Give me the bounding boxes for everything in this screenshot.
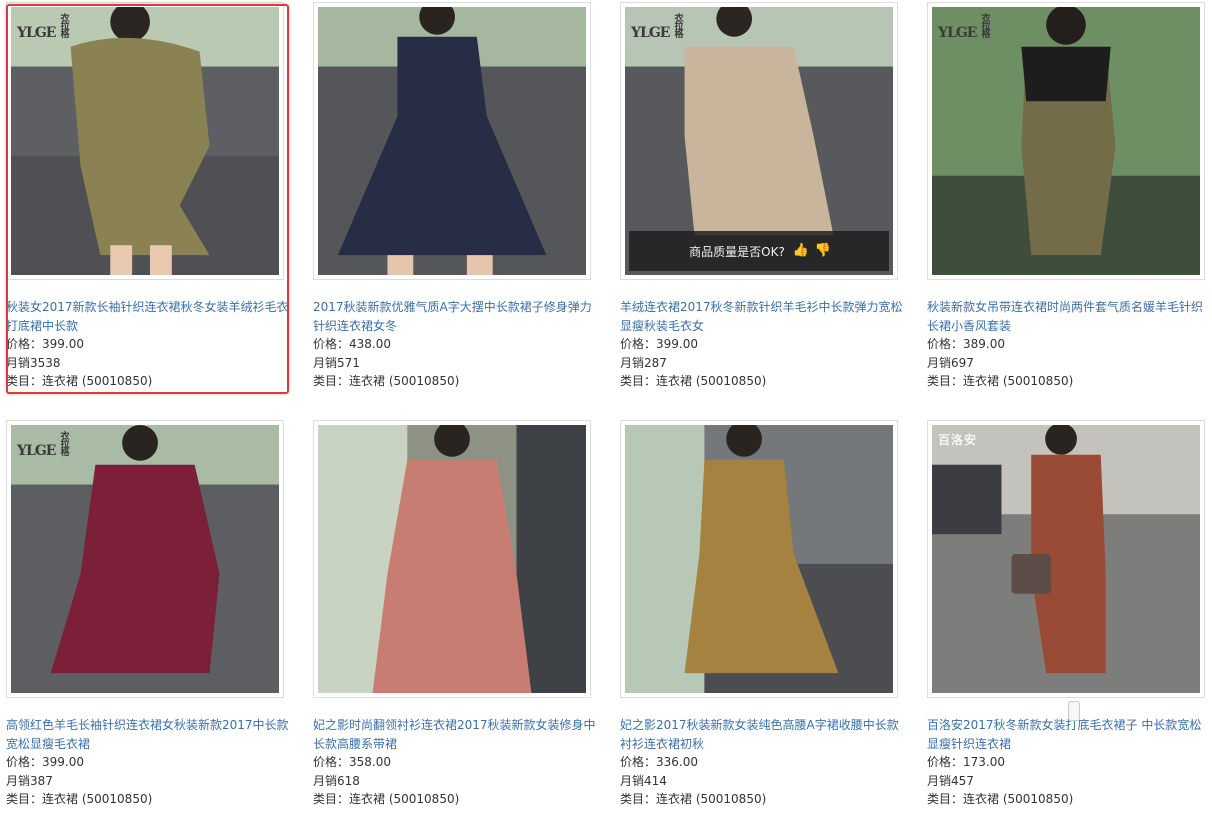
price-value: 438.00 (349, 337, 392, 351)
price-line: 价格：336.00 (620, 755, 699, 769)
brand-logo: YLGE 衣拉格 (17, 431, 69, 459)
sales-line: 月销414 (620, 773, 667, 788)
category-value: 连衣裙 (50010850) (656, 792, 767, 806)
product-card[interactable]: 2017秋装新款优雅气质A字大摆中长款裙子修身弹力针织连衣裙女冬 价格：438.… (309, 0, 599, 400)
product-title-link[interactable]: 2017秋装新款优雅气质A字大摆中长款裙子修身弹力针织连衣裙女冬 (313, 300, 592, 333)
product-image-frame[interactable] (313, 2, 591, 280)
price-value: 399.00 (656, 337, 699, 351)
product-grid: YLGE 衣拉格 秋装女2017新款长袖针织连衣裙秋冬女装羊绒衫毛衣打底裙中长款 … (0, 0, 1212, 821)
feedback-question: 商品质量是否OK? (689, 244, 785, 259)
category-line: 类目：连衣裙 (50010850) (927, 792, 1074, 806)
product-photo[interactable]: YLGE 衣拉格 商品质量是否OK? 👍 👎 (625, 7, 893, 275)
category-line: 类目：连衣裙 (50010850) (620, 792, 767, 806)
product-card[interactable]: YLGE 衣拉格 秋装女2017新款长袖针织连衣裙秋冬女装羊绒衫毛衣打底裙中长款 … (2, 0, 292, 400)
price-value: 358.00 (349, 755, 392, 769)
product-image-frame[interactable]: 百洛安 (927, 420, 1205, 698)
sales-line: 月销457 (927, 773, 974, 788)
sales-line: 月销287 (620, 355, 667, 370)
category-value: 连衣裙 (50010850) (963, 792, 1074, 806)
sales-value: 697 (951, 355, 974, 370)
price-line: 价格：358.00 (313, 755, 392, 769)
selection-highlight (6, 4, 289, 394)
product-image-frame[interactable]: YLGE 衣拉格 (6, 420, 284, 698)
price-line: 价格：173.00 (927, 755, 1006, 769)
sales-line: 月销387 (6, 773, 53, 788)
product-photo[interactable]: YLGE 衣拉格 (11, 425, 279, 693)
sales-value: 387 (30, 773, 53, 788)
product-image-frame[interactable] (313, 420, 591, 698)
sales-line: 月销697 (927, 355, 974, 370)
quality-feedback-bar: 商品质量是否OK? 👍 👎 (629, 231, 889, 271)
price-value: 399.00 (42, 755, 85, 769)
price-line: 价格：389.00 (927, 337, 1006, 351)
product-title-link[interactable]: 妃之影2017秋装新款女装纯色高腰A字裙收腰中长款衬衫连衣裙初秋 (620, 718, 899, 751)
category-line: 类目：连衣裙 (50010850) (313, 374, 460, 388)
product-title-link[interactable]: 百洛安2017秋冬新款女装打底毛衣裙子 中长款宽松显瘦针织连衣裙 (927, 718, 1201, 751)
product-card[interactable]: YLGE 衣拉格 高领红色羊毛长袖针织连衣裙女秋装新款2017中长款宽松显瘦毛衣裙… (2, 418, 292, 818)
category-line: 类目：连衣裙 (50010850) (620, 374, 767, 388)
brand-logo: YLGE 衣拉格 (938, 13, 990, 41)
sales-value: 414 (644, 773, 667, 788)
product-photo[interactable]: 百洛安 (932, 425, 1200, 693)
sales-value: 571 (337, 355, 360, 370)
price-line: 价格：438.00 (313, 337, 392, 351)
price-value: 336.00 (656, 755, 699, 769)
product-photo[interactable]: YLGE 衣拉格 (932, 7, 1200, 275)
product-title-link[interactable]: 妃之影时尚翻领衬衫连衣裙2017秋装新款女装修身中长款高腰系带裙 (313, 718, 596, 751)
product-image-frame[interactable]: YLGE 衣拉格 (927, 2, 1205, 280)
sales-value: 287 (644, 355, 667, 370)
product-card[interactable]: 妃之影2017秋装新款女装纯色高腰A字裙收腰中长款衬衫连衣裙初秋 价格：336.… (616, 418, 906, 818)
product-card[interactable]: 妃之影时尚翻领衬衫连衣裙2017秋装新款女装修身中长款高腰系带裙 价格：358.… (309, 418, 599, 818)
product-image-frame[interactable] (620, 420, 898, 698)
product-title-link[interactable]: 高领红色羊毛长袖针织连衣裙女秋装新款2017中长款宽松显瘦毛衣裙 (6, 718, 289, 751)
sales-line: 月销571 (313, 355, 360, 370)
product-photo[interactable] (318, 7, 586, 275)
thumbs-up-icon[interactable]: 👍 (793, 244, 809, 258)
sales-value: 457 (951, 773, 974, 788)
sales-value: 618 (337, 773, 360, 788)
category-value: 连衣裙 (50010850) (963, 374, 1074, 388)
category-value: 连衣裙 (50010850) (656, 374, 767, 388)
product-title-link[interactable]: 秋装新款女吊带连衣裙时尚两件套气质名媛羊毛针织长裙小香风套装 (927, 300, 1203, 333)
price-line: 价格：399.00 (6, 755, 85, 769)
brand-logo: 百洛安 (938, 433, 978, 447)
category-line: 类目：连衣裙 (50010850) (927, 374, 1074, 388)
product-photo[interactable] (625, 425, 893, 693)
product-card[interactable]: YLGE 衣拉格 秋装新款女吊带连衣裙时尚两件套气质名媛羊毛针织长裙小香风套装 价… (923, 0, 1212, 400)
category-line: 类目：连衣裙 (50010850) (6, 792, 153, 806)
product-photo[interactable] (318, 425, 586, 693)
product-card[interactable]: YLGE 衣拉格 商品质量是否OK? 👍 👎 羊绒连衣裙2017秋冬新款针织羊毛衫… (616, 0, 906, 400)
brand-logo: YLGE 衣拉格 (631, 13, 683, 41)
category-line: 类目：连衣裙 (50010850) (313, 792, 460, 806)
category-value: 连衣裙 (50010850) (349, 792, 460, 806)
sales-line: 月销618 (313, 773, 360, 788)
price-value: 173.00 (963, 755, 1006, 769)
product-title-link[interactable]: 羊绒连衣裙2017秋冬新款针织羊毛衫中长款弹力宽松显瘦秋装毛衣女 (620, 300, 903, 333)
price-value: 389.00 (963, 337, 1006, 351)
product-image-frame[interactable]: YLGE 衣拉格 商品质量是否OK? 👍 👎 (620, 2, 898, 280)
thumbs-down-icon[interactable]: 👎 (815, 244, 831, 258)
category-value: 连衣裙 (50010850) (349, 374, 460, 388)
resize-handle[interactable] (1068, 701, 1080, 721)
category-value: 连衣裙 (50010850) (42, 792, 153, 806)
price-line: 价格：399.00 (620, 337, 699, 351)
product-card[interactable]: 百洛安 百洛安2017秋冬新款女装打底毛衣裙子 中长款宽松显瘦针织连衣裙 价格：… (923, 418, 1212, 818)
